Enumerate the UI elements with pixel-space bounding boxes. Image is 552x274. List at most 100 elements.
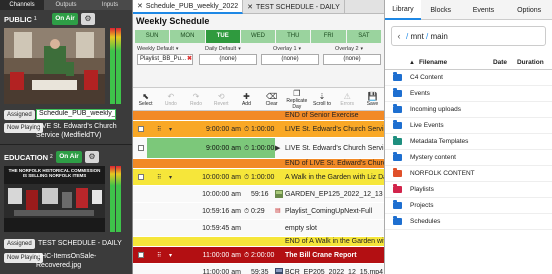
row-checkbox[interactable] (138, 145, 144, 151)
scroll-to-button[interactable]: ⇣ Scroll to (309, 88, 334, 110)
chevron-down-icon[interactable]: ▾ (169, 126, 172, 133)
errors-button[interactable]: ⚠ Errors (335, 88, 360, 110)
day-sat[interactable]: SAT (346, 30, 382, 43)
undo-icon: ↶ (167, 91, 175, 101)
tab-blocks[interactable]: Blocks (421, 0, 461, 20)
tab-events[interactable]: Events (461, 0, 507, 20)
channel-2-name: EDUCATION (4, 152, 49, 162)
library-folder[interactable]: Metadata Templates (385, 134, 552, 150)
scroll-to-icon: ⇣ (318, 91, 326, 101)
channel-2-onair-button[interactable]: On Air (56, 151, 82, 163)
day-tue[interactable]: TUE (205, 30, 241, 43)
drag-handle-icon[interactable]: ⠿ (157, 174, 161, 181)
channel-1-assigned-schedule[interactable]: Schedule_PUB_weekly_2022 (36, 109, 116, 120)
doc-tab-daily[interactable]: ✕ TEST SCHEDULE - DAILY (243, 0, 345, 14)
folder-icon (393, 72, 402, 81)
day-sun[interactable]: SUN (135, 30, 171, 43)
play-icon[interactable]: ▶ (275, 138, 280, 158)
library-folder[interactable]: Incoming uploads (385, 102, 552, 118)
schedule-row[interactable]: 11:00:00 am 59:35 BCR_EP205_2022_12_15.m… (133, 264, 385, 274)
schedule-row-empty-slot[interactable]: 10:59:45 am empty slot (133, 220, 385, 237)
channel-2-assigned-schedule[interactable]: TEST SCHEDULE - DAILY (36, 238, 130, 249)
library-folder[interactable]: Mystery content (385, 150, 552, 166)
channel-1-assigned-label: Assigned (4, 110, 35, 120)
library-path-bar[interactable]: ‹ / mnt / main (391, 26, 546, 46)
schedule-row[interactable]: END of Senior Exercise (133, 111, 385, 121)
schedule-row[interactable]: END of A Walk in the Garden with Liz Dal… (133, 237, 385, 247)
channel-1-settings-button[interactable]: ⚙ (81, 13, 95, 25)
library-list: C4 Content Events Incoming uploads Live … (385, 70, 552, 230)
library-column-header: ▲ Filename Date Duration (385, 56, 552, 70)
library-folder[interactable]: Projects (385, 198, 552, 214)
doc-tab-weekly-label: Schedule_PUB_weekly_2022 (145, 2, 239, 10)
clear-button[interactable]: ⌫ Clear (259, 88, 284, 110)
schedule-row[interactable]: ⠿ ▾ 9:00:00 am ⏱ 1:00:00 LIVE St. Edward… (133, 121, 385, 138)
save-button[interactable]: 💾 Save (360, 88, 385, 110)
tab-options[interactable]: Options (506, 0, 552, 20)
undo-button[interactable]: ↶ Undo (158, 88, 183, 110)
folder-icon (393, 152, 402, 161)
date-column[interactable]: Date (493, 59, 517, 66)
sort-up-icon[interactable]: ▲ (409, 60, 415, 66)
doc-tab-weekly[interactable]: ✕ Schedule_PUB_weekly_2022 (133, 0, 244, 14)
channel-2-number: 2 (50, 154, 53, 160)
redo-icon: ↷ (192, 91, 200, 101)
channel-1-onair-button[interactable]: On Air (52, 13, 78, 25)
schedule-row[interactable]: END of LIVE St. Edward's Church Service (133, 159, 385, 169)
schedule-row-now-playing[interactable]: 9:00:00 am ⏱ 1:00:00 ▶ LIVE St. Edward's… (133, 138, 385, 159)
select-button[interactable]: ⬉ Select (133, 88, 158, 110)
settings-icon: ⚙ (88, 152, 96, 161)
document-tab-bar: ✕ Schedule_PUB_weekly_2022 ✕ TEST SCHEDU… (133, 0, 384, 14)
folder-icon (393, 88, 402, 97)
back-icon[interactable]: ‹ (392, 31, 406, 41)
remove-icon[interactable]: ✖ (187, 56, 192, 62)
folder-icon (393, 120, 402, 129)
close-icon[interactable]: ✕ (247, 3, 253, 11)
replicate-day-button[interactable]: ❐ Replicate Day (284, 88, 309, 110)
doc-tab-daily-label: TEST SCHEDULE - DAILY (255, 3, 340, 11)
row-checkbox[interactable] (138, 174, 144, 180)
channel-2-preview[interactable]: THE NORFOLK HISTORICAL COMMISSION IS SEL… (4, 166, 105, 232)
duration-column[interactable]: Duration (517, 59, 544, 66)
library-folder[interactable]: Schedules (385, 214, 552, 230)
timer-icon: ⏱ (244, 174, 250, 181)
chevron-down-icon[interactable]: ▾ (169, 252, 172, 259)
tab-channels[interactable]: Channels (0, 0, 44, 10)
schedule-row[interactable]: 10:59:16 am ⏱ 0:29 ▤ Playlist_ComingUpNe… (133, 203, 385, 220)
day-thu[interactable]: THU (276, 30, 312, 43)
channel-2-settings-button[interactable]: ⚙ (85, 151, 99, 163)
weekly-default-value[interactable]: Playlist_BB_Pu...✖ (137, 54, 193, 65)
channels-panel: Channels Outputs Inputs PUBLIC 1 On Air … (0, 0, 132, 274)
schedule-row[interactable]: ⠿ ▾ 11:00:00 am ⏱ 2:00:00 The Bill Crane… (133, 247, 385, 264)
add-button[interactable]: ✚ Add (234, 88, 259, 110)
drag-handle-icon[interactable]: ⠿ (157, 126, 161, 133)
tab-outputs[interactable]: Outputs (44, 0, 88, 10)
chevron-down-icon[interactable]: ▾ (169, 174, 172, 181)
filename-column[interactable]: Filename (419, 59, 493, 66)
library-folder[interactable]: Playlists (385, 182, 552, 198)
day-mon[interactable]: MON (170, 30, 206, 43)
schedule-row[interactable]: 10:00:00 am 59:16 GARDEN_EP125_2022_12_1… (133, 186, 385, 203)
library-folder[interactable]: C4 Content (385, 70, 552, 86)
overlay-2-value[interactable]: (none) (323, 54, 381, 65)
tab-library[interactable]: Library (385, 0, 421, 20)
channel-1-preview[interactable] (4, 28, 105, 104)
row-checkbox[interactable] (138, 252, 144, 258)
row-checkbox[interactable] (138, 126, 144, 132)
video-thumbnail-icon (275, 190, 283, 198)
day-fri[interactable]: FRI (311, 30, 347, 43)
settings-icon: ⚙ (84, 14, 92, 23)
drag-handle-icon[interactable]: ⠿ (157, 252, 161, 259)
library-folder[interactable]: NORFOLK CONTENT (385, 166, 552, 182)
schedule-row[interactable]: ⠿ ▾ 10:00:00 am ⏱ 1:00:00 A Walk in the … (133, 169, 385, 186)
redo-button[interactable]: ↷ Redo (183, 88, 208, 110)
close-icon[interactable]: ✕ (137, 2, 143, 10)
library-folder[interactable]: Live Events (385, 118, 552, 134)
chevron-down-icon: ▾ (298, 46, 302, 52)
library-folder[interactable]: Events (385, 86, 552, 102)
day-wed[interactable]: WED (240, 30, 277, 43)
tab-inputs[interactable]: Inputs (88, 0, 132, 10)
overlay-1-value[interactable]: (none) (261, 54, 319, 65)
revert-button[interactable]: ⟲ Revert (209, 88, 234, 110)
daily-default-value[interactable]: (none) (199, 54, 257, 65)
